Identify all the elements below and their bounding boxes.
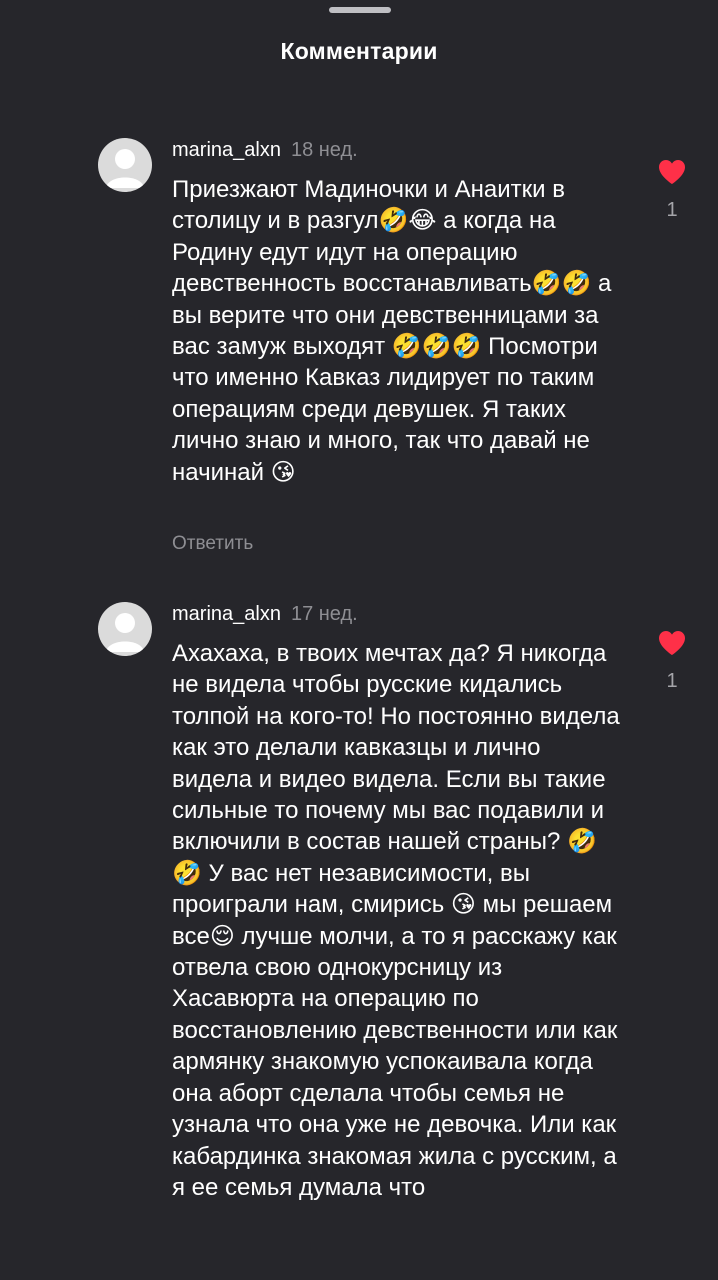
- default-avatar-icon[interactable]: [98, 138, 152, 192]
- reply-button[interactable]: Ответить: [172, 533, 253, 555]
- comment-text: Приезжают Мадиночки и Анаитки в столицу …: [172, 176, 612, 486]
- comment-meta: marina_alxn 17 нед.: [172, 602, 358, 626]
- comment-time: 17 нед.: [290, 603, 358, 625]
- heart-icon[interactable]: [658, 630, 686, 656]
- like-control: 1: [655, 630, 689, 693]
- like-count: 1: [666, 199, 678, 221]
- username[interactable]: marina_alxn: [172, 603, 281, 625]
- heart-icon[interactable]: [658, 159, 686, 185]
- like-count: 1: [666, 670, 678, 692]
- drag-handle[interactable]: [329, 7, 391, 13]
- comments-sheet: Комментарии marina_alxn 18 нед. Приезжают…: [0, 0, 718, 1280]
- like-control: 1: [655, 159, 689, 222]
- comment-meta: marina_alxn 18 нед.: [172, 138, 358, 162]
- username[interactable]: marina_alxn: [172, 139, 281, 161]
- comment-time: 18 нед.: [290, 139, 358, 161]
- default-avatar-icon[interactable]: [98, 602, 152, 656]
- sheet-title: Комментарии: [280, 38, 438, 64]
- comment-text: Ахахаха, в твоих мечтах да? Я никогда не…: [172, 640, 620, 1201]
